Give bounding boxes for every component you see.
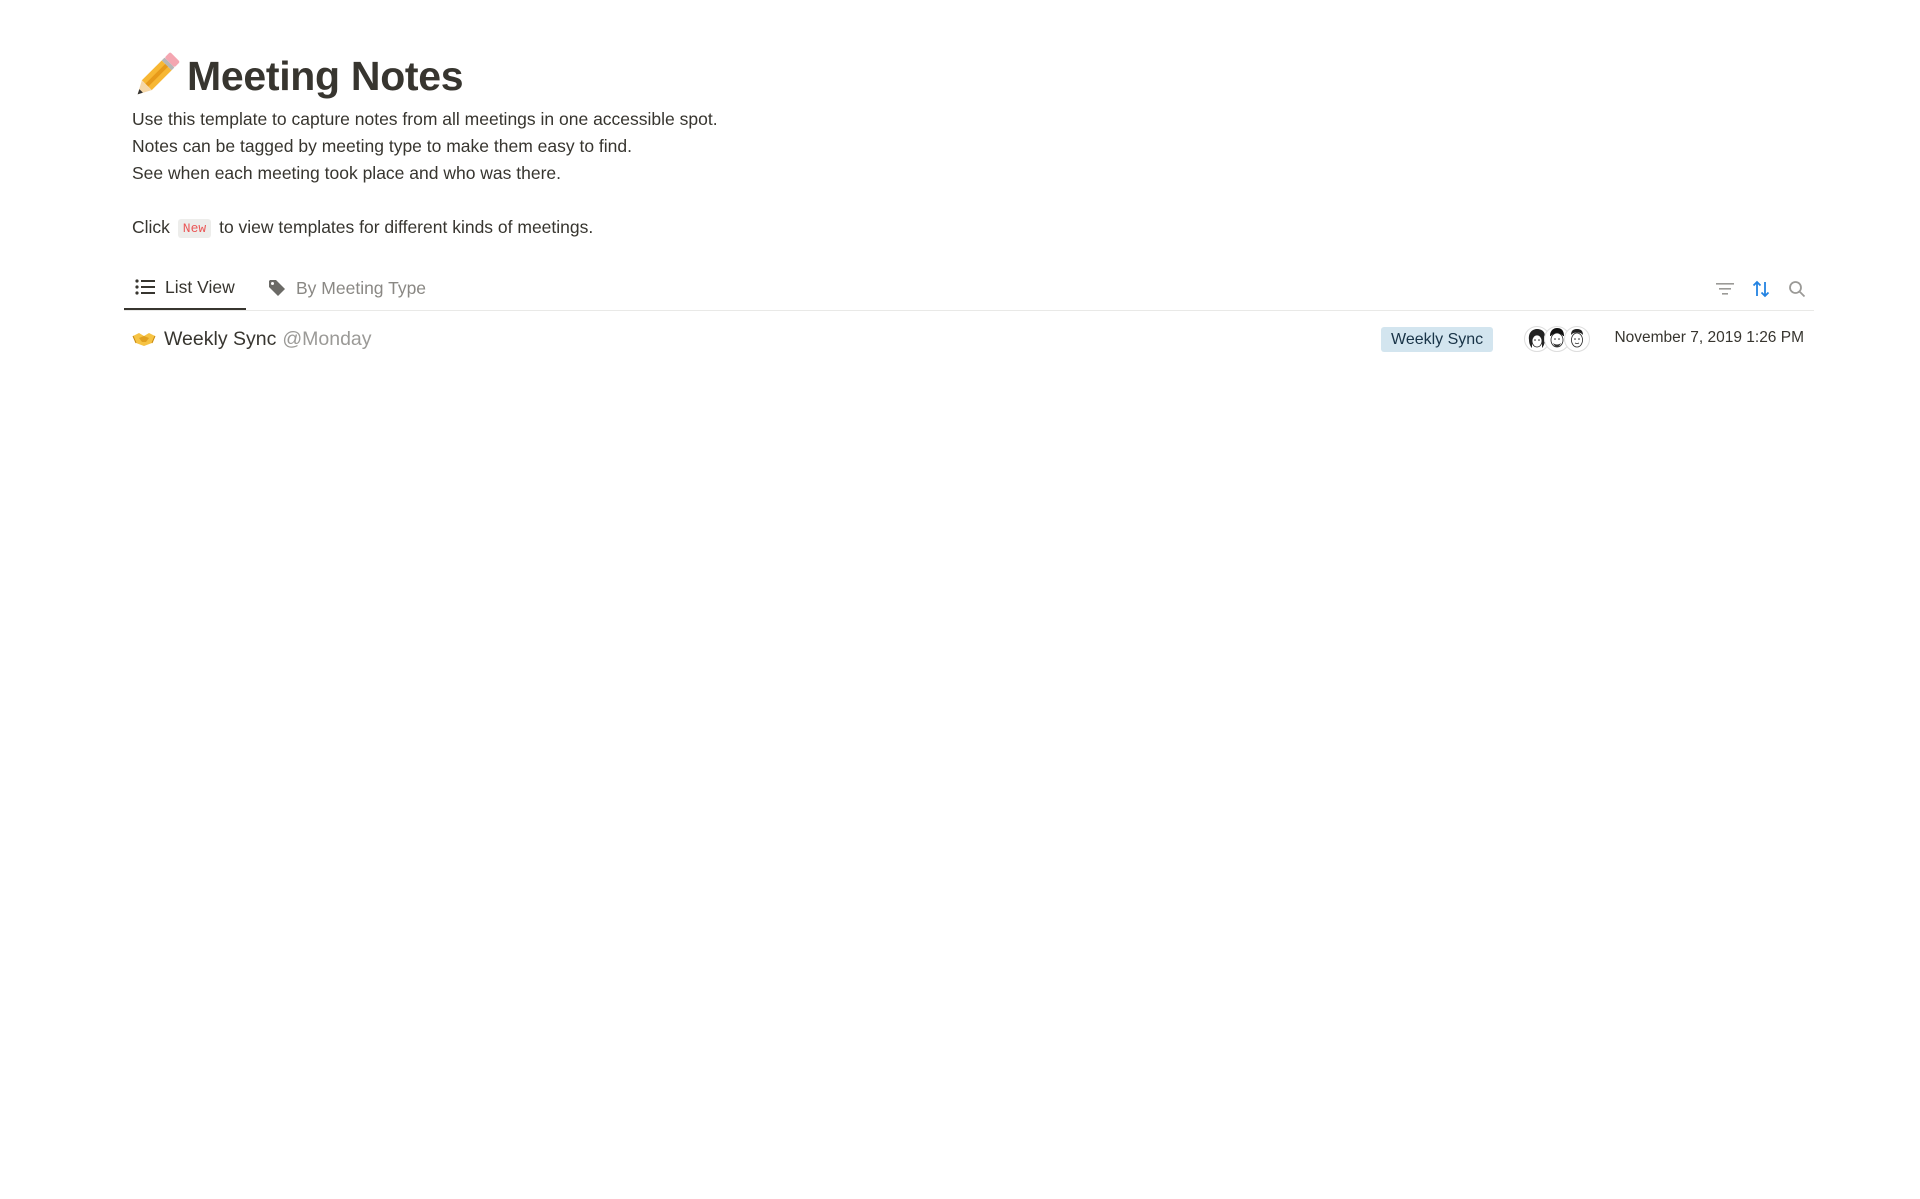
description-line: See when each meeting took place and who…: [132, 163, 562, 183]
tab-label: By Meeting Type: [296, 277, 427, 298]
pencil-icon[interactable]: [127, 47, 185, 105]
tab-label: List View: [165, 276, 235, 297]
filter-icon[interactable]: [1714, 278, 1736, 300]
tab-list-view[interactable]: List View: [124, 266, 246, 310]
page-header: Meeting Notes: [127, 44, 464, 108]
meeting-title[interactable]: Weekly Sync: [164, 328, 276, 351]
list-icon: [135, 278, 155, 296]
view-tabs-bar: List View By Meeting Type: [124, 266, 1814, 311]
new-code-chip: New: [177, 219, 212, 238]
meeting-date: November 7, 2019 1:26 PM: [1614, 329, 1804, 346]
description-line: Use this template to capture notes from …: [132, 109, 718, 129]
tag-icon: [268, 279, 286, 297]
date-mention[interactable]: @Monday: [282, 328, 371, 351]
description-line: Notes can be tagged by meeting type to m…: [132, 136, 633, 156]
meeting-type-tag: Weekly Sync: [1381, 327, 1494, 352]
search-icon[interactable]: [1786, 278, 1808, 300]
view-toolbar: [1714, 278, 1808, 300]
new-hint: Click New to view templates for differen…: [132, 214, 718, 242]
page-title[interactable]: Meeting Notes: [187, 53, 464, 100]
hint-text: to view templates for different kinds of…: [219, 217, 594, 237]
hint-text: Click: [132, 217, 170, 237]
tab-by-meeting-type[interactable]: By Meeting Type: [268, 266, 426, 310]
handshake-icon: [132, 327, 156, 351]
avatar: [1564, 326, 1590, 352]
attendee-avatars: [1524, 326, 1590, 352]
sort-icon[interactable]: [1750, 278, 1772, 300]
page-description: Use this template to capture notes from …: [132, 106, 718, 242]
list-item[interactable]: Weekly Sync @Monday Weekly Sync November…: [124, 320, 1814, 358]
